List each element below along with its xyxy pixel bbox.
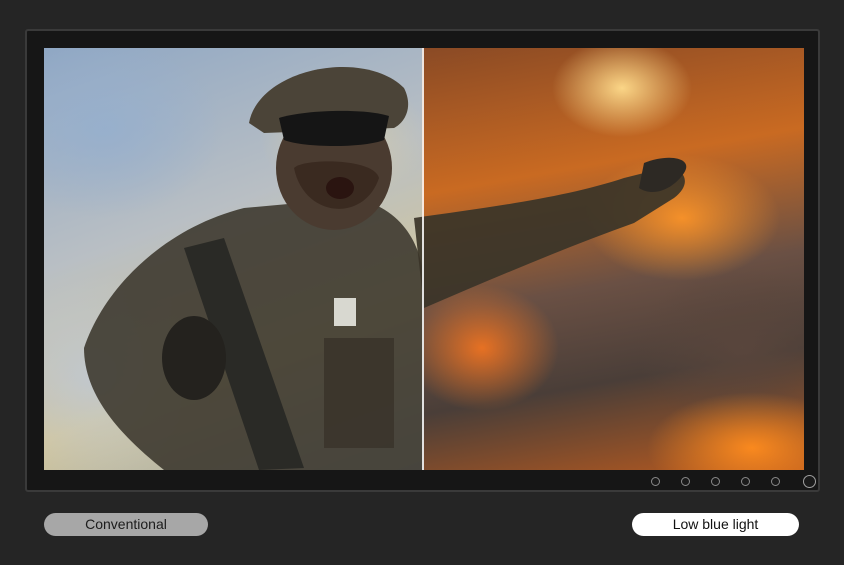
monitor-button-2[interactable] — [681, 477, 690, 486]
monitor-control-buttons — [651, 477, 780, 486]
monitor-button-5[interactable] — [771, 477, 780, 486]
conventional-label: Conventional — [44, 513, 208, 536]
monitor-button-1[interactable] — [651, 477, 660, 486]
monitor-button-3[interactable] — [711, 477, 720, 486]
soldier-illustration — [84, 66, 687, 470]
monitor-button-4[interactable] — [741, 477, 750, 486]
monitor-frame — [25, 29, 820, 492]
low-blue-light-label: Low blue light — [632, 513, 799, 536]
comparison-divider — [422, 48, 424, 470]
monitor-screen — [44, 48, 804, 470]
power-button-icon[interactable] — [803, 475, 816, 488]
